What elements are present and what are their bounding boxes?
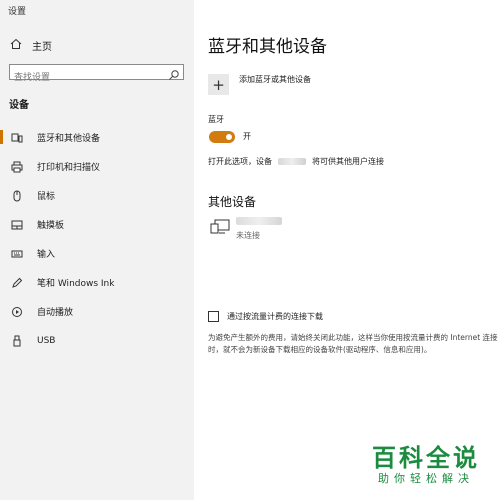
home-label: 主页 — [32, 41, 52, 53]
sidebar-item-label: 输入 — [37, 250, 56, 260]
sidebar-item-label: 笔和 Windows Ink — [37, 279, 115, 289]
sidebar-item-label: 打印机和扫描仪 — [37, 163, 101, 173]
blurred-device-name — [278, 158, 306, 165]
sidebar-item-label: 蓝牙和其他设备 — [37, 134, 101, 144]
main-panel: 蓝牙和其他设备 + 添加蓝牙或其他设备 蓝牙 开 打开此选项，设备 将可供其他用… — [194, 0, 500, 500]
sidebar-item-label: USB — [37, 335, 56, 346]
printer-icon — [10, 160, 24, 174]
sidebar-item-usb[interactable]: USB — [0, 326, 194, 355]
plus-icon: + — [212, 75, 225, 94]
sidebar-item-printers[interactable]: 打印机和扫描仪 — [0, 152, 194, 181]
add-device-label[interactable]: 添加蓝牙或其他设备 — [239, 74, 311, 85]
sidebar-item-autoplay[interactable]: 自动播放 — [0, 297, 194, 326]
touchpad-icon — [10, 218, 24, 232]
keyboard-icon — [10, 247, 24, 261]
device-entry[interactable]: 未连接 — [210, 215, 410, 245]
discoverable-text: 打开此选项，设备 将可供其他用户连接 — [208, 156, 384, 167]
pen-icon — [10, 276, 24, 290]
other-devices-title: 其他设备 — [208, 195, 257, 209]
bluetooth-state: 开 — [243, 132, 251, 141]
add-device-button[interactable]: + — [208, 74, 229, 95]
metered-download-option[interactable]: 通过按流量计费的连接下载 — [208, 311, 323, 322]
search-input[interactable] — [10, 71, 164, 85]
sidebar-item-label: 自动播放 — [37, 308, 74, 318]
discoverable-text-after: 将可供其他用户连接 — [312, 157, 384, 166]
watermark-logo: 百科全说 助你轻松解决 — [372, 444, 480, 486]
home-icon — [10, 38, 24, 53]
sidebar-item-typing[interactable]: 输入 — [0, 239, 194, 268]
sidebar-item-label: 触摸板 — [37, 221, 65, 231]
bluetooth-label: 蓝牙 — [208, 115, 224, 124]
metered-label: 通过按流量计费的连接下载 — [227, 312, 323, 321]
sidebar-item-mouse[interactable]: 鼠标 — [0, 181, 194, 210]
display-device-icon — [210, 217, 232, 237]
device-status: 未连接 — [236, 231, 260, 240]
sidebar-nav: 蓝牙和其他设备 打印机和扫描仪 鼠标 触摸板 输入 笔和 Windows Ink… — [0, 123, 194, 355]
search-box[interactable] — [9, 64, 184, 85]
sidebar-item-bluetooth[interactable]: 蓝牙和其他设备 — [0, 123, 194, 152]
metered-description: 为避免产生额外的费用，请始终关闭此功能，这样当你使用按流量计费的 Interne… — [208, 333, 498, 354]
sidebar: 设置 主页 设备 蓝牙和其他设备 打印机和扫描仪 — [0, 0, 194, 500]
watermark-main: 百科全说 — [372, 444, 480, 472]
sidebar-item-pen[interactable]: 笔和 Windows Ink — [0, 268, 194, 297]
home-link[interactable]: 主页 — [10, 37, 52, 53]
mouse-icon — [10, 189, 24, 203]
blurred-device-name — [236, 217, 282, 225]
watermark-sub: 助你轻松解决 — [378, 472, 474, 485]
window-title: 设置 — [8, 7, 27, 17]
toggle-knob — [226, 134, 232, 140]
search-icon[interactable] — [168, 66, 180, 80]
autoplay-icon — [10, 305, 24, 319]
page-title: 蓝牙和其他设备 — [208, 37, 327, 57]
discoverable-text-before: 打开此选项，设备 — [208, 157, 272, 166]
sidebar-item-label: 鼠标 — [37, 192, 56, 202]
section-header: 设备 — [9, 100, 29, 111]
sidebar-item-touchpad[interactable]: 触摸板 — [0, 210, 194, 239]
bluetooth-toggle[interactable] — [209, 131, 235, 143]
metered-checkbox[interactable] — [208, 311, 219, 322]
usb-icon — [10, 334, 24, 348]
bluetooth-devices-icon — [10, 131, 24, 145]
